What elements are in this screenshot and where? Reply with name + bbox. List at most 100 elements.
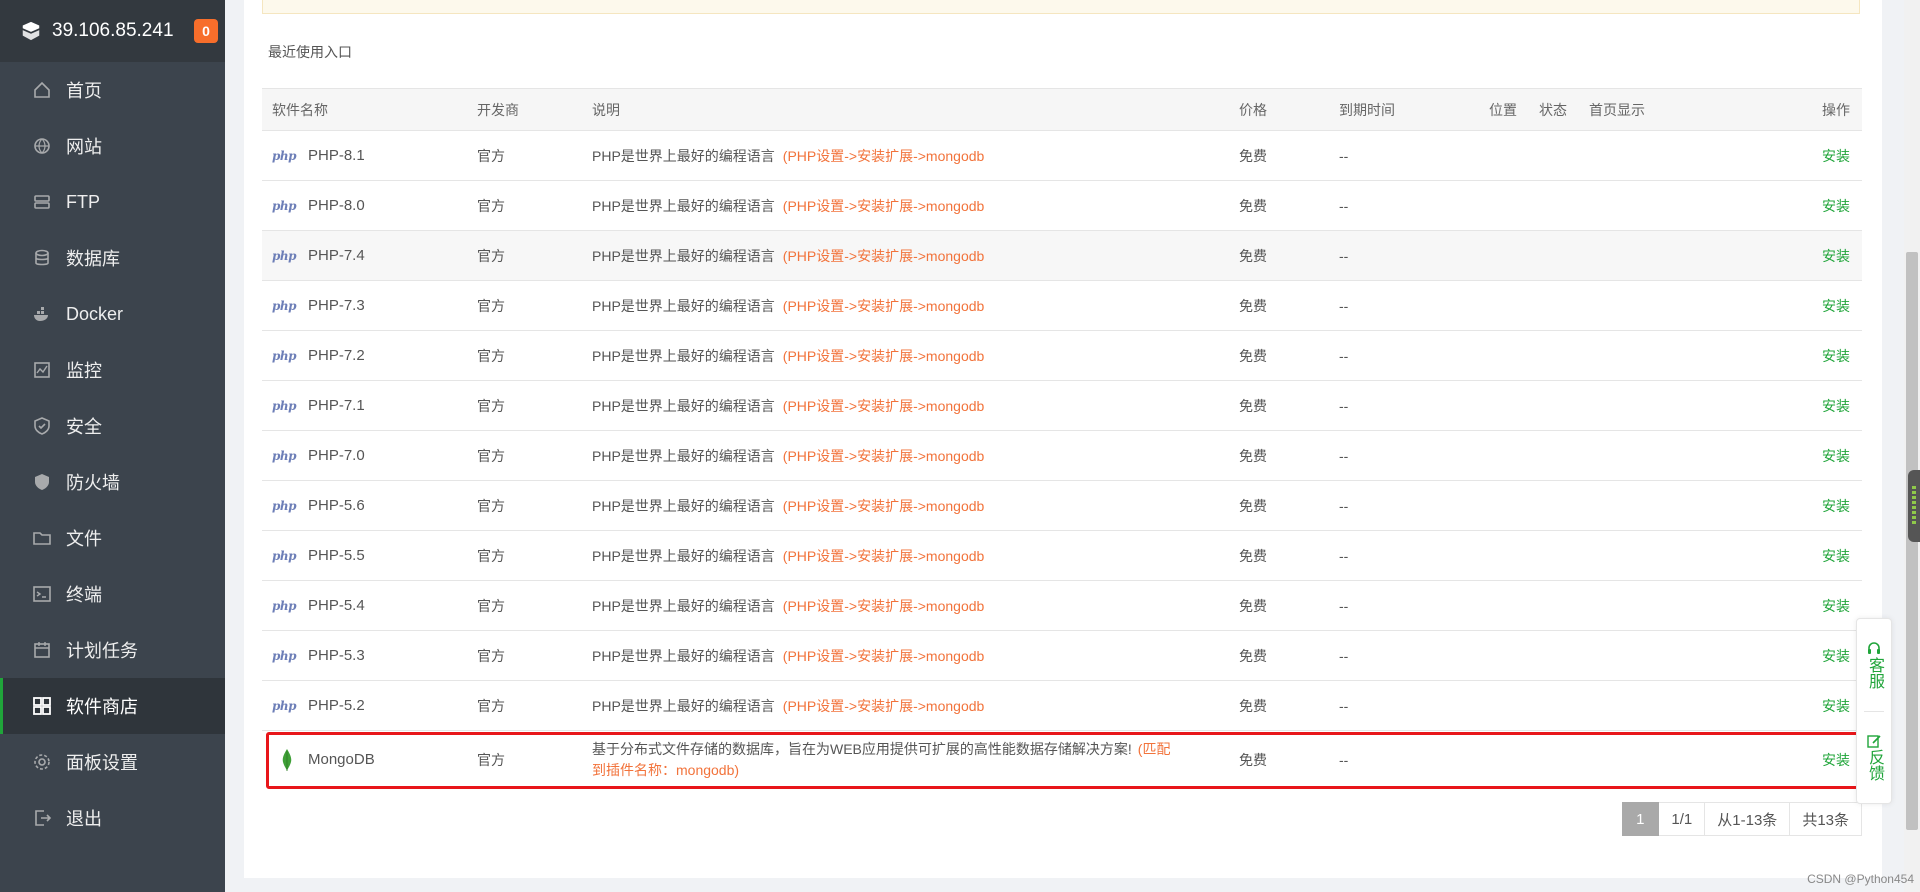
developer-cell: 官方 (467, 180, 582, 231)
install-button[interactable]: 安装 (1822, 198, 1850, 214)
sidebar-item[interactable]: 网站 (0, 118, 225, 174)
sidebar-item[interactable]: Docker (0, 286, 225, 342)
php-hint: (PHP设置->安装扩展->mongodb (782, 447, 985, 464)
install-button[interactable]: 安装 (1822, 448, 1850, 464)
homepage-cell (1579, 580, 1769, 631)
php-hint: (PHP设置->安装扩展->mongodb (782, 547, 985, 564)
col-expire-header: 到期时间 (1329, 88, 1479, 131)
install-button[interactable]: 安装 (1822, 548, 1850, 564)
sidebar-item[interactable]: 安全 (0, 398, 225, 454)
mongo-hint-2: 到插件名称：mongodb) (592, 761, 740, 778)
homepage-cell (1579, 731, 1769, 789)
php-logo-icon: php (272, 448, 297, 463)
developer-cell: 官方 (467, 580, 582, 631)
main-panel: 最近使用入口 软件名称 开发商 说明 价格 到期时间 位置 状态 首页显示 操作… (244, 0, 1882, 878)
name-cell: php PHP-7.3 (262, 280, 467, 331)
description-cell: PHP是世界上最好的编程语言 (PHP设置->安装扩展->mongodb (582, 480, 1229, 531)
software-name: PHP-5.5 (308, 547, 365, 564)
sidebar-item[interactable]: 监控 (0, 342, 225, 398)
php-logo-icon: php (272, 398, 297, 413)
sidebar-item-label: 数据库 (66, 249, 120, 269)
position-cell (1479, 130, 1529, 181)
docker-icon (32, 304, 52, 324)
description-cell: PHP是世界上最好的编程语言 (PHP设置->安装扩展->mongodb (582, 680, 1229, 731)
sidebar-item-label: 安全 (66, 417, 102, 437)
status-cell (1529, 530, 1579, 581)
sidebar-item[interactable]: 计划任务 (0, 622, 225, 678)
sidebar-item-label: 防火墙 (66, 473, 120, 493)
php-hint: (PHP设置->安装扩展->mongodb (782, 297, 985, 314)
expire-cell: -- (1329, 280, 1479, 331)
sidebar-item[interactable]: 软件商店 (0, 678, 225, 734)
sidebar-item[interactable]: 退出 (0, 790, 225, 846)
sidebar-item-label: 软件商店 (66, 697, 138, 717)
name-cell: php PHP-5.6 (262, 480, 467, 531)
position-cell (1479, 680, 1529, 731)
price-cell: 免费 (1239, 751, 1267, 768)
description-cell: PHP是世界上最好的编程语言 (PHP设置->安装扩展->mongodb (582, 380, 1229, 431)
sidebar: 39.106.85.241 0 首页 网站 FTP 数据库 Docker 监控安全防火墙文… (0, 0, 225, 892)
sidebar-item[interactable]: 面板设置 (0, 734, 225, 790)
sidebar-item[interactable]: 防火墙 (0, 454, 225, 510)
developer-cell: 官方 (477, 751, 505, 768)
software-name: PHP-8.0 (308, 197, 365, 214)
table-row: php PHP-5.5 官方 PHP是世界上最好的编程语言 (PHP设置->安装扩展->… (262, 530, 1862, 581)
install-button[interactable]: 安装 (1822, 648, 1850, 664)
page-current[interactable]: 1 (1622, 802, 1660, 836)
install-button[interactable]: 安装 (1822, 498, 1850, 514)
notification-badge[interactable]: 0 (194, 19, 218, 43)
php-logo-icon: php (272, 348, 297, 363)
install-button-mongodb[interactable]: 安装 (1822, 752, 1850, 768)
action-cell: 安装 (1769, 680, 1862, 731)
software-name: PHP-7.0 (308, 447, 365, 464)
position-cell (1479, 480, 1529, 531)
gear-icon (32, 752, 52, 772)
install-button[interactable]: 安装 (1822, 598, 1850, 614)
side-panel-handle[interactable] (1908, 470, 1920, 542)
description-cell: PHP是世界上最好的编程语言 (PHP设置->安装扩展->mongodb (582, 280, 1229, 331)
description-cell: PHP是世界上最好的编程语言 (PHP设置->安装扩展->mongodb (582, 330, 1229, 381)
server-ip[interactable]: 39.106.85.241 (52, 20, 194, 42)
php-logo-icon: php (272, 598, 297, 613)
action-cell: 安装 (1769, 530, 1862, 581)
customer-service-button[interactable]: 客服 (1864, 619, 1884, 711)
price-cell: 免费 (1229, 230, 1329, 281)
developer-cell: 官方 (467, 630, 582, 681)
install-button[interactable]: 安装 (1822, 148, 1850, 164)
developer-cell: 官方 (467, 680, 582, 731)
php-logo-icon: php (272, 248, 297, 263)
col-dev-header: 开发商 (467, 88, 582, 131)
status-cell (1529, 230, 1579, 281)
price-cell: 免费 (1229, 130, 1329, 181)
php-description: PHP是世界上最好的编程语言 (592, 497, 775, 514)
server-logo-icon (22, 21, 40, 41)
sidebar-item[interactable]: FTP (0, 174, 225, 230)
install-button[interactable]: 安装 (1822, 698, 1850, 714)
homepage-cell (1579, 380, 1769, 431)
description-cell: PHP是世界上最好的编程语言 (PHP设置->安装扩展->mongodb (582, 530, 1229, 581)
homepage-cell (1579, 680, 1769, 731)
install-button[interactable]: 安装 (1822, 298, 1850, 314)
sidebar-item[interactable]: 终端 (0, 566, 225, 622)
position-cell (1479, 180, 1529, 231)
install-button[interactable]: 安装 (1822, 348, 1850, 364)
feedback-button[interactable]: 反馈 (1864, 710, 1884, 804)
php-description: PHP是世界上最好的编程语言 (592, 347, 775, 364)
sidebar-item[interactable]: 首页 (0, 62, 225, 118)
developer-cell: 官方 (467, 230, 582, 281)
col-desc-header: 说明 (582, 88, 1229, 131)
php-logo-icon: php (272, 298, 297, 313)
sidebar-item[interactable]: 文件 (0, 510, 225, 566)
expire-cell: -- (1329, 680, 1479, 731)
software-table: 软件名称 开发商 说明 价格 到期时间 位置 状态 首页显示 操作 php PHP… (262, 88, 1862, 789)
php-description: PHP是世界上最好的编程语言 (592, 547, 775, 564)
action-cell: 安装 (1769, 130, 1862, 181)
sidebar-item[interactable]: 数据库 (0, 230, 225, 286)
php-description: PHP是世界上最好的编程语言 (592, 597, 775, 614)
expire-cell: -- (1329, 530, 1479, 581)
install-button[interactable]: 安装 (1822, 398, 1850, 414)
software-name: PHP-5.6 (308, 497, 365, 514)
software-name: PHP-8.1 (308, 147, 365, 164)
php-hint: (PHP设置->安装扩展->mongodb (782, 497, 985, 514)
install-button[interactable]: 安装 (1822, 248, 1850, 264)
